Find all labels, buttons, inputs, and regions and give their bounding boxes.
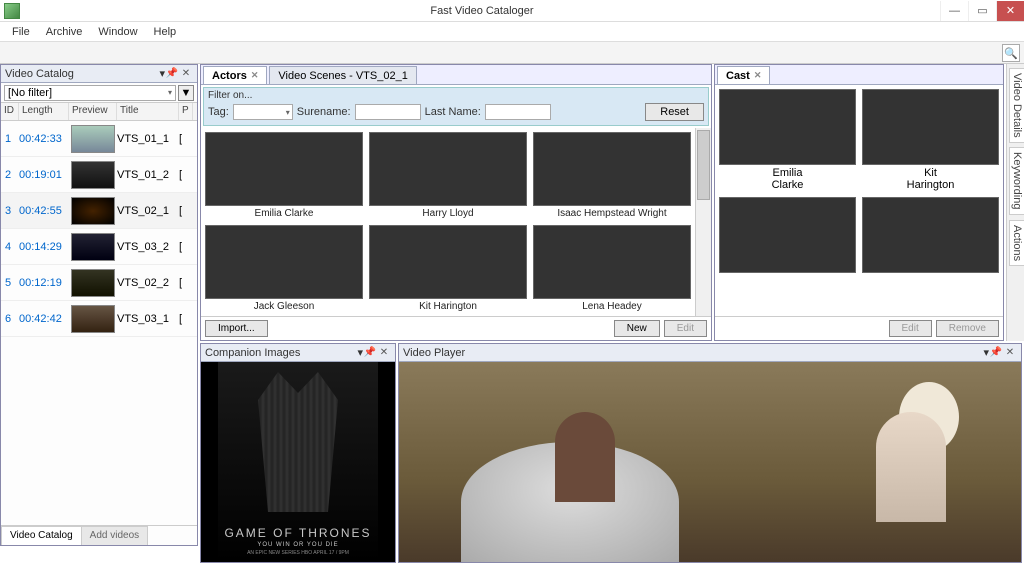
pin-icon[interactable]: 📌	[165, 68, 179, 79]
search-icon[interactable]: 🔍	[1002, 44, 1020, 62]
tab-actions[interactable]: Actions	[1009, 220, 1024, 266]
table-row[interactable]: 500:12:19VTS_02_2[	[1, 265, 197, 301]
close-icon[interactable]: ✕	[377, 347, 391, 358]
menu-file[interactable]: File	[4, 24, 38, 40]
cast-cell[interactable]	[719, 197, 856, 273]
actor-cell[interactable]: Harry Lloyd	[369, 132, 527, 219]
tab-video-catalog[interactable]: Video Catalog	[1, 526, 82, 545]
actor-grid: Emilia Clarke Harry Lloyd Isaac Hempstea…	[201, 128, 695, 316]
video-player-pane: Video Player▾📌✕	[398, 343, 1022, 563]
video-catalog-title: Video Catalog ▾ 📌 ✕	[1, 65, 197, 83]
close-icon[interactable]: ✕	[1003, 347, 1017, 358]
table-row[interactable]: 400:14:29VTS_03_2[	[1, 229, 197, 265]
minimize-button[interactable]: —	[940, 1, 968, 21]
menu-window[interactable]: Window	[90, 24, 145, 40]
tag-combo[interactable]: ▾	[233, 104, 293, 120]
scrollbar[interactable]	[695, 128, 711, 316]
actors-pane: Actors✕ Video Scenes - VTS_02_1 Filter o…	[200, 64, 712, 341]
tab-video-details[interactable]: Video Details	[1009, 68, 1024, 143]
table-row[interactable]: 600:42:42VTS_03_1[	[1, 301, 197, 337]
app-title: Fast Video Cataloger	[24, 5, 940, 17]
table-row[interactable]: 300:42:55VTS_02_1[	[1, 193, 197, 229]
actor-cell[interactable]: Lena Headey	[533, 225, 691, 312]
cast-remove-button[interactable]: Remove	[936, 320, 999, 337]
pin-icon[interactable]: 📌	[363, 347, 377, 358]
app-icon	[4, 3, 20, 19]
video-canvas[interactable]	[399, 362, 1021, 562]
companion-images-pane: Companion Images▾📌✕ GAME OF THRONES YOU …	[200, 343, 396, 563]
filter-combo[interactable]: [No filter]▾	[4, 85, 176, 101]
actor-cell[interactable]: Emilia Clarke	[205, 132, 363, 219]
actor-cell[interactable]: Kit Harington	[369, 225, 527, 312]
menu-archive[interactable]: Archive	[38, 24, 91, 40]
pin-icon[interactable]: 📌	[989, 347, 1003, 358]
close-icon[interactable]: ✕	[754, 70, 762, 81]
menu-bar: File Archive Window Help	[0, 22, 1024, 42]
cast-cell[interactable]: KitHarington	[862, 89, 999, 191]
close-icon[interactable]: ✕	[179, 68, 193, 79]
toolbar: 🔍	[0, 42, 1024, 64]
maximize-button[interactable]: ▭	[968, 1, 996, 21]
menu-help[interactable]: Help	[146, 24, 185, 40]
actor-cell[interactable]: Isaac Hempstead Wright	[533, 132, 691, 219]
catalog-column-headers: ID Length Preview Title P	[1, 103, 197, 121]
edit-button[interactable]: Edit	[664, 320, 707, 337]
cast-cell[interactable]: EmiliaClarke	[719, 89, 856, 191]
right-side-tabs: Video Details Keywording Actions	[1006, 64, 1024, 341]
cast-edit-button[interactable]: Edit	[889, 320, 932, 337]
lastname-input[interactable]	[485, 104, 551, 120]
filter-panel: Filter on... Tag: ▾ Surename: Last Name:…	[203, 87, 709, 126]
surname-input[interactable]	[355, 104, 421, 120]
table-row[interactable]: 100:42:33VTS_01_1[	[1, 121, 197, 157]
close-button[interactable]: ✕	[996, 1, 1024, 21]
video-catalog-pane: Video Catalog ▾ 📌 ✕ [No filter]▾ ▼ ID Le…	[0, 64, 198, 546]
companion-image[interactable]: GAME OF THRONES YOU WIN OR YOU DIE AN EP…	[218, 362, 378, 562]
reset-button[interactable]: Reset	[645, 103, 704, 121]
tab-video-scenes[interactable]: Video Scenes - VTS_02_1	[269, 66, 416, 84]
import-button[interactable]: Import...	[205, 320, 268, 337]
tab-cast[interactable]: Cast✕	[717, 66, 770, 84]
table-row[interactable]: 200:19:01VTS_01_2[	[1, 157, 197, 193]
actor-cell[interactable]: Jack Gleeson	[205, 225, 363, 312]
close-icon[interactable]: ✕	[251, 70, 259, 81]
cast-pane: Cast✕ EmiliaClarke KitHarington Edit Rem…	[714, 64, 1004, 341]
tab-keywording[interactable]: Keywording	[1009, 147, 1024, 214]
cast-cell[interactable]	[862, 197, 999, 273]
tab-add-videos[interactable]: Add videos	[81, 526, 148, 545]
title-bar: Fast Video Cataloger — ▭ ✕	[0, 0, 1024, 22]
tab-actors[interactable]: Actors✕	[203, 66, 267, 84]
filter-icon[interactable]: ▼	[178, 85, 194, 101]
new-button[interactable]: New	[614, 320, 660, 337]
